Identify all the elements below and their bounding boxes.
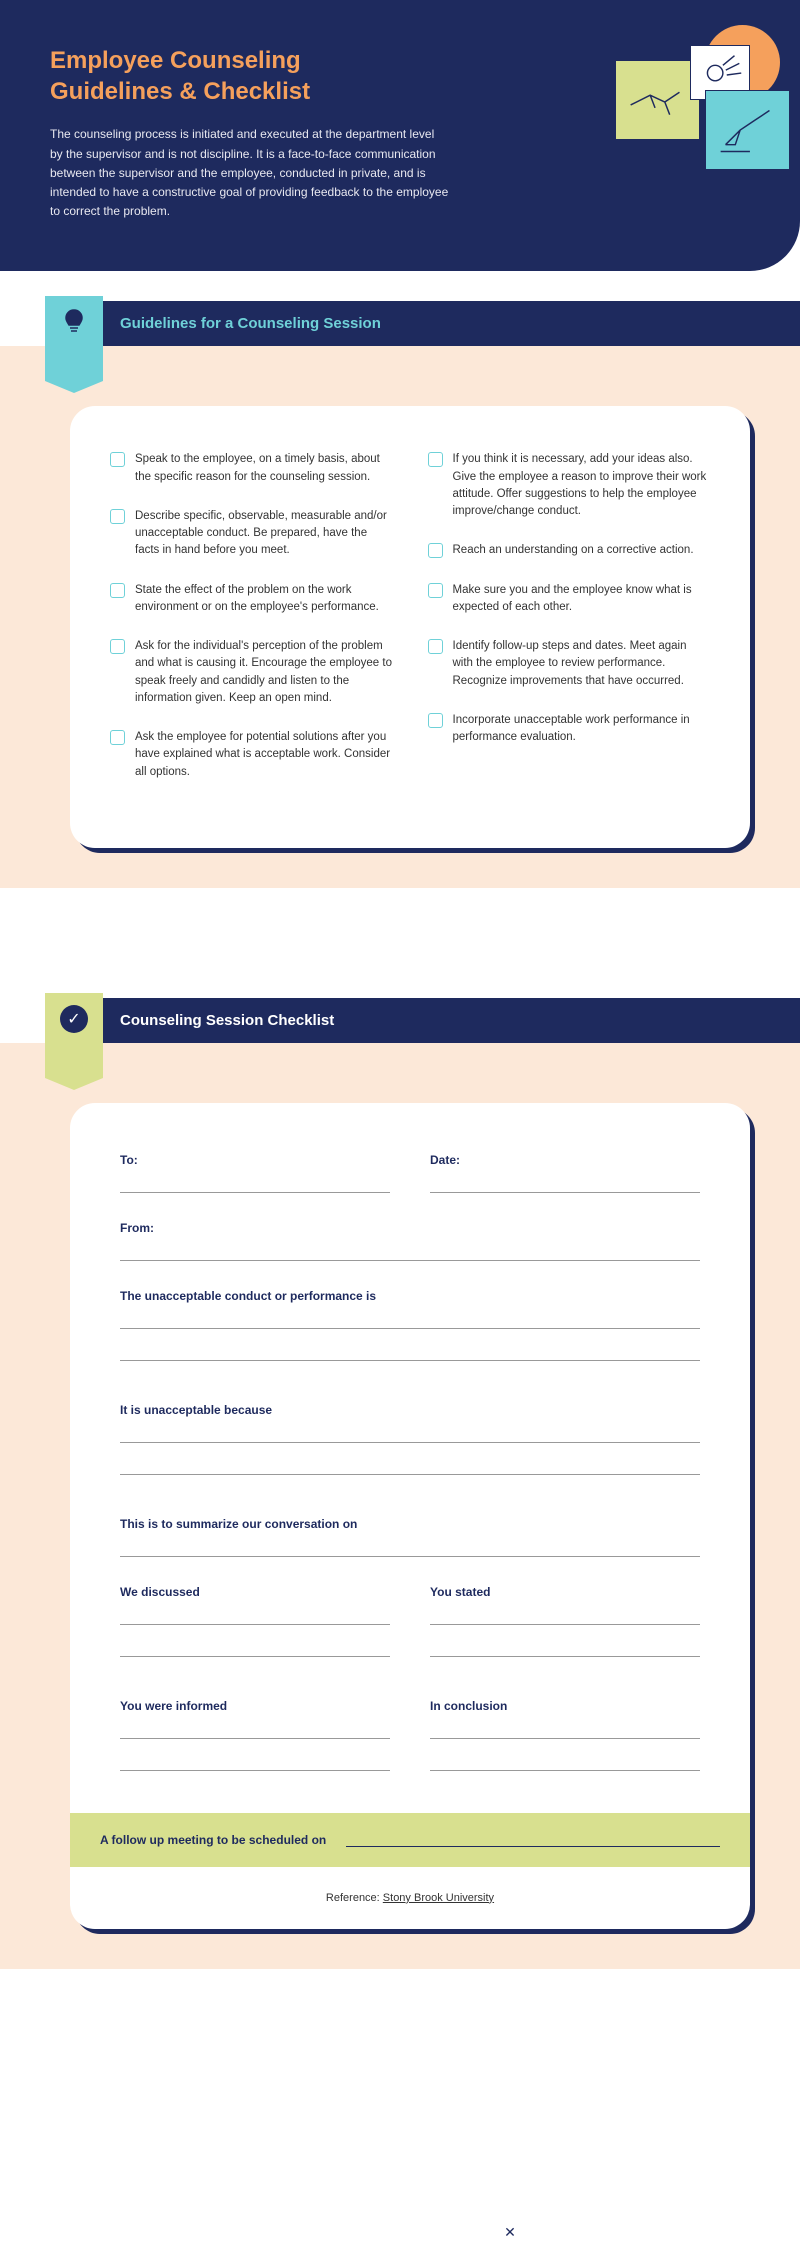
checkbox-icon[interactable]	[428, 583, 443, 598]
input-line[interactable]	[120, 1753, 390, 1771]
guideline-item: Speak to the employee, on a timely basis…	[110, 451, 393, 486]
guideline-text: Ask the employee for potential solutions…	[135, 729, 393, 781]
to-field: To:	[120, 1153, 390, 1193]
reference-text: Reference: Stony Brook University	[120, 1892, 700, 1904]
section-title-checklist: Counseling Session Checklist	[120, 1012, 334, 1029]
guideline-item: Incorporate unacceptable work performanc…	[428, 712, 711, 747]
guideline-text: State the effect of the problem on the w…	[135, 582, 393, 617]
section-tab-bulb	[45, 296, 103, 381]
conduct-field: The unacceptable conduct or performance …	[120, 1289, 700, 1375]
guidelines-column-right: If you think it is necessary, add your i…	[428, 451, 711, 803]
checkbox-icon[interactable]	[110, 509, 125, 524]
reference-link[interactable]: Stony Brook University	[383, 1892, 494, 1904]
guideline-item: Ask for the individual's perception of t…	[110, 638, 393, 707]
guideline-item: Identify follow-up steps and dates. Meet…	[428, 638, 711, 690]
guideline-text: Make sure you and the employee know what…	[453, 582, 711, 617]
input-line[interactable]	[120, 1639, 390, 1657]
guideline-text: Describe specific, observable, measurabl…	[135, 508, 393, 560]
stated-field: You stated	[430, 1585, 700, 1671]
followup-input-line[interactable]	[346, 1833, 720, 1847]
conduct-label: The unacceptable conduct or performance …	[120, 1289, 700, 1303]
guideline-item: Reach an understanding on a corrective a…	[428, 542, 711, 559]
followup-label: A follow up meeting to be scheduled on	[100, 1833, 326, 1847]
guideline-item: If you think it is necessary, add your i…	[428, 451, 711, 520]
guideline-item: Ask the employee for potential solutions…	[110, 729, 393, 781]
followup-bar: A follow up meeting to be scheduled on	[70, 1813, 750, 1867]
guideline-text: Incorporate unacceptable work performanc…	[453, 712, 711, 747]
input-line[interactable]	[430, 1753, 700, 1771]
informed-label: You were informed	[120, 1699, 390, 1713]
because-label: It is unacceptable because	[120, 1403, 700, 1417]
guideline-text: If you think it is necessary, add your i…	[453, 451, 711, 520]
discussed-label: We discussed	[120, 1585, 390, 1599]
date-label: Date:	[430, 1153, 700, 1167]
input-line[interactable]	[120, 1311, 700, 1329]
discussed-field: We discussed	[120, 1585, 390, 1671]
guidelines-section: Speak to the employee, on a timely basis…	[0, 346, 800, 888]
summarize-field: This is to summarize our conversation on	[120, 1517, 700, 1557]
stated-label: You stated	[430, 1585, 700, 1599]
lightbulb-icon	[63, 308, 85, 336]
conclusion-field: In conclusion	[430, 1699, 700, 1785]
checkbox-icon[interactable]	[110, 639, 125, 654]
section-title-guidelines: Guidelines for a Counseling Session	[120, 315, 381, 332]
from-label: From:	[120, 1221, 700, 1235]
guideline-text: Ask for the individual's perception of t…	[135, 638, 393, 707]
date-input-line[interactable]	[430, 1175, 700, 1193]
guideline-item: Make sure you and the employee know what…	[428, 582, 711, 617]
checklist-section: To: Date: From: The unacceptable conduct…	[0, 1043, 800, 1969]
reference-label: Reference:	[326, 1892, 383, 1904]
date-field: Date:	[430, 1153, 700, 1193]
to-label: To:	[120, 1153, 390, 1167]
guideline-text: Reach an understanding on a corrective a…	[453, 542, 694, 559]
because-field: It is unacceptable because	[120, 1403, 700, 1489]
input-line[interactable]	[430, 1721, 700, 1739]
input-line[interactable]	[120, 1721, 390, 1739]
close-icon: ✕	[500, 2222, 520, 2242]
guideline-text: Speak to the employee, on a timely basis…	[135, 451, 393, 486]
checkbox-icon[interactable]	[428, 543, 443, 558]
informed-field: You were informed	[120, 1699, 390, 1785]
section-header-checklist: ✓ Counseling Session Checklist	[0, 998, 800, 1043]
checkbox-icon[interactable]	[110, 583, 125, 598]
input-line[interactable]	[120, 1607, 390, 1625]
checkbox-icon[interactable]	[428, 713, 443, 728]
checkbox-icon[interactable]	[110, 730, 125, 745]
page-title: Employee Counseling Guidelines & Checkli…	[50, 45, 390, 107]
input-line[interactable]	[120, 1343, 700, 1361]
input-line[interactable]	[120, 1425, 700, 1443]
checkbox-icon[interactable]	[428, 639, 443, 654]
checkmark-icon: ✓	[60, 1005, 88, 1033]
checklist-form-card: To: Date: From: The unacceptable conduct…	[70, 1103, 750, 1929]
summarize-label: This is to summarize our conversation on	[120, 1517, 700, 1531]
header-illustration	[615, 20, 800, 210]
checkbox-icon[interactable]	[110, 452, 125, 467]
from-field: From:	[120, 1221, 700, 1261]
guideline-text: Identify follow-up steps and dates. Meet…	[453, 638, 711, 690]
guideline-item: State the effect of the problem on the w…	[110, 582, 393, 617]
writing-illustration	[705, 90, 790, 170]
input-line[interactable]	[120, 1539, 700, 1557]
guideline-item: Describe specific, observable, measurabl…	[110, 508, 393, 560]
input-line[interactable]	[430, 1607, 700, 1625]
from-input-line[interactable]	[120, 1243, 700, 1261]
guidelines-card: Speak to the employee, on a timely basis…	[70, 406, 750, 848]
checkbox-icon[interactable]	[428, 452, 443, 467]
conclusion-label: In conclusion	[430, 1699, 700, 1713]
section-header-guidelines: Guidelines for a Counseling Session	[0, 301, 800, 346]
input-line[interactable]	[430, 1639, 700, 1657]
handshake-illustration	[615, 60, 700, 140]
input-line[interactable]	[120, 1457, 700, 1475]
header-description: The counseling process is initiated and …	[50, 125, 450, 221]
section-tab-check: ✓	[45, 993, 103, 1078]
guidelines-column-left: Speak to the employee, on a timely basis…	[110, 451, 393, 803]
header-panel: Employee Counseling Guidelines & Checkli…	[0, 0, 800, 271]
to-input-line[interactable]	[120, 1175, 390, 1193]
